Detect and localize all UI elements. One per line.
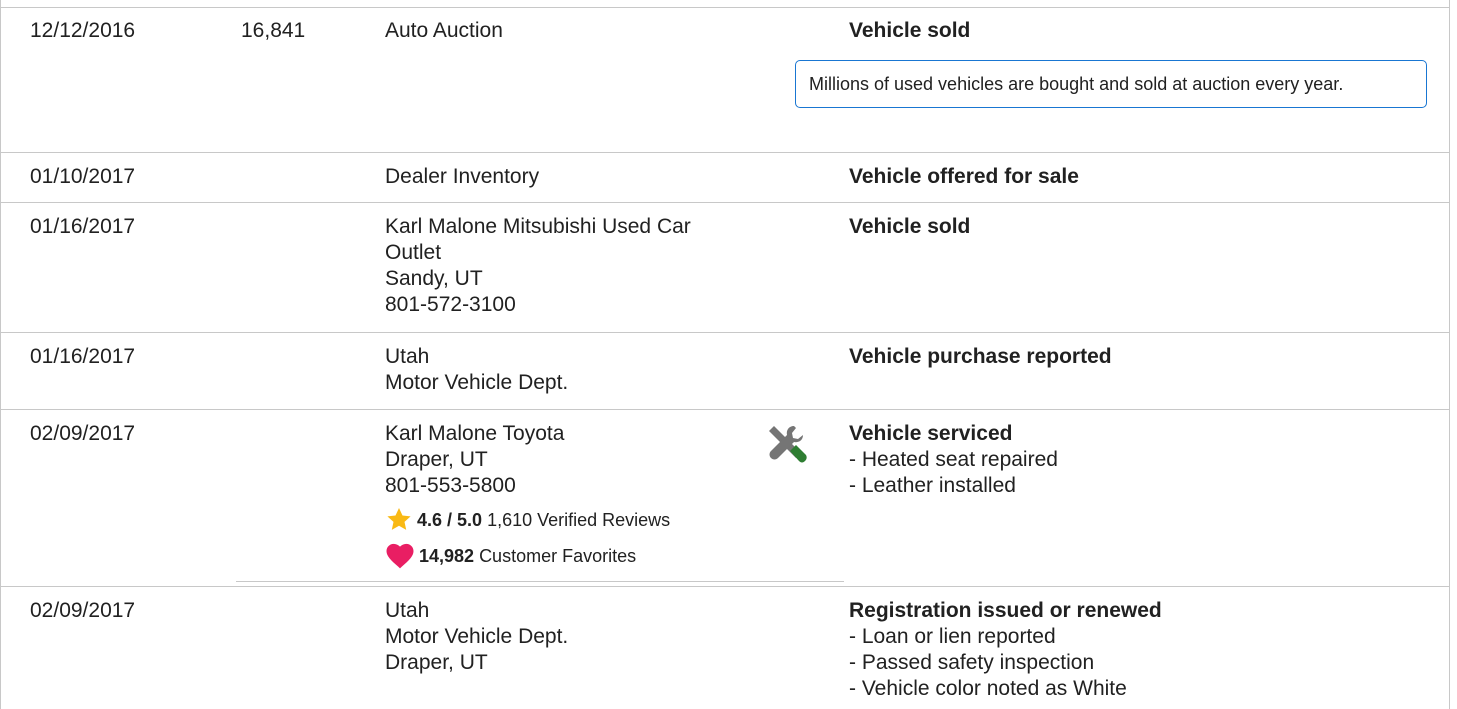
event-title: Vehicle sold [849, 215, 971, 238]
record-source: Karl Malone Toyota Draper, UT 801-553-58… [385, 421, 745, 569]
source-line: Dealer Inventory [385, 165, 540, 188]
record-date: 01/10/2017 [30, 165, 136, 188]
source-line: Sandy, UT [385, 267, 483, 290]
detail-item: - Heated seat repaired [849, 448, 1058, 471]
review-count: 1,610 Verified Reviews [487, 509, 671, 530]
record-date: 02/09/2017 [30, 599, 136, 622]
customer-favorites[interactable]: 14,982 Customer Favorites [385, 542, 745, 569]
source-phone: 801-572-3100 [385, 293, 516, 316]
record-source: Utah Motor Vehicle Dept. Draper, UT [385, 598, 745, 676]
detail-item: - Vehicle color noted as White [849, 677, 1127, 700]
service-tools-icon [765, 423, 809, 474]
source-phone: 801-553-5800 [385, 474, 516, 497]
table-row: 01/16/2017 Utah Motor Vehicle Dept. Vehi… [1, 333, 1449, 410]
detail-item: - Leather installed [849, 474, 1016, 497]
table-row: 12/12/2016 16,841 Auto Auction Vehicle s… [1, 8, 1449, 153]
favorites-label: Customer Favorites [479, 545, 637, 566]
detail-item: - Passed safety inspection [849, 651, 1095, 674]
record-source: Dealer Inventory [385, 164, 745, 190]
table-row: 01/16/2017 Karl Malone Mitsubishi Used C… [1, 203, 1449, 333]
table-row: 02/09/2017 Utah Motor Vehicle Dept. Drap… [1, 587, 1449, 709]
record-details: Vehicle purchase reported [849, 344, 1409, 370]
record-details: Vehicle serviced - Heated seat repaired … [849, 421, 1409, 499]
rating-value: 4.6 / 5.0 [417, 509, 483, 530]
table-row: 01/10/2017 Dealer Inventory Vehicle offe… [1, 153, 1449, 203]
record-date: 01/16/2017 [30, 345, 136, 368]
event-title: Vehicle sold [849, 19, 971, 42]
event-title: Vehicle offered for sale [849, 165, 1079, 188]
record-source: Karl Malone Mitsubishi Used Car Outlet S… [385, 214, 745, 318]
source-line: Motor Vehicle Dept. [385, 371, 569, 394]
dealer-rating[interactable]: 4.6 / 5.0 1,610 Verified Reviews [385, 506, 745, 533]
record-date: 12/12/2016 [30, 19, 136, 42]
source-line: Utah [385, 599, 430, 622]
event-title: Vehicle serviced [849, 422, 1013, 445]
record-source: Auto Auction [385, 18, 745, 44]
odometer-reading: 16,841 [241, 19, 306, 42]
table-row: 02/09/2017 Karl Malone Toyota Draper, UT… [1, 410, 1449, 587]
source-line: Motor Vehicle Dept. [385, 625, 569, 648]
record-details: Vehicle sold [849, 214, 1409, 240]
source-line: Karl Malone Mitsubishi Used Car [385, 215, 691, 238]
source-line: Draper, UT [385, 448, 488, 471]
vehicle-history-table: 12/12/2016 16,841 Auto Auction Vehicle s… [0, 0, 1450, 709]
event-title: Registration issued or renewed [849, 599, 1162, 622]
dealer-section-divider [236, 581, 844, 582]
heart-icon [386, 543, 414, 569]
source-line: Draper, UT [385, 651, 488, 674]
record-details: Vehicle offered for sale [849, 164, 1409, 190]
source-line: Karl Malone Toyota [385, 422, 565, 445]
record-source: Utah Motor Vehicle Dept. [385, 344, 745, 396]
event-title: Vehicle purchase reported [849, 345, 1112, 368]
record-details: Vehicle sold [849, 18, 1409, 44]
source-line: Outlet [385, 241, 442, 264]
auction-info-callout: Millions of used vehicles are bought and… [795, 60, 1427, 108]
detail-item: - Loan or lien reported [849, 625, 1056, 648]
callout-text: Millions of used vehicles are bought and… [809, 74, 1344, 94]
star-icon [387, 508, 411, 530]
favorites-count: 14,982 [419, 545, 475, 566]
record-details: Registration issued or renewed - Loan or… [849, 598, 1409, 702]
record-date: 02/09/2017 [30, 422, 136, 445]
source-line: Auto Auction [385, 19, 503, 42]
record-date: 01/16/2017 [30, 215, 136, 238]
source-line: Utah [385, 345, 430, 368]
